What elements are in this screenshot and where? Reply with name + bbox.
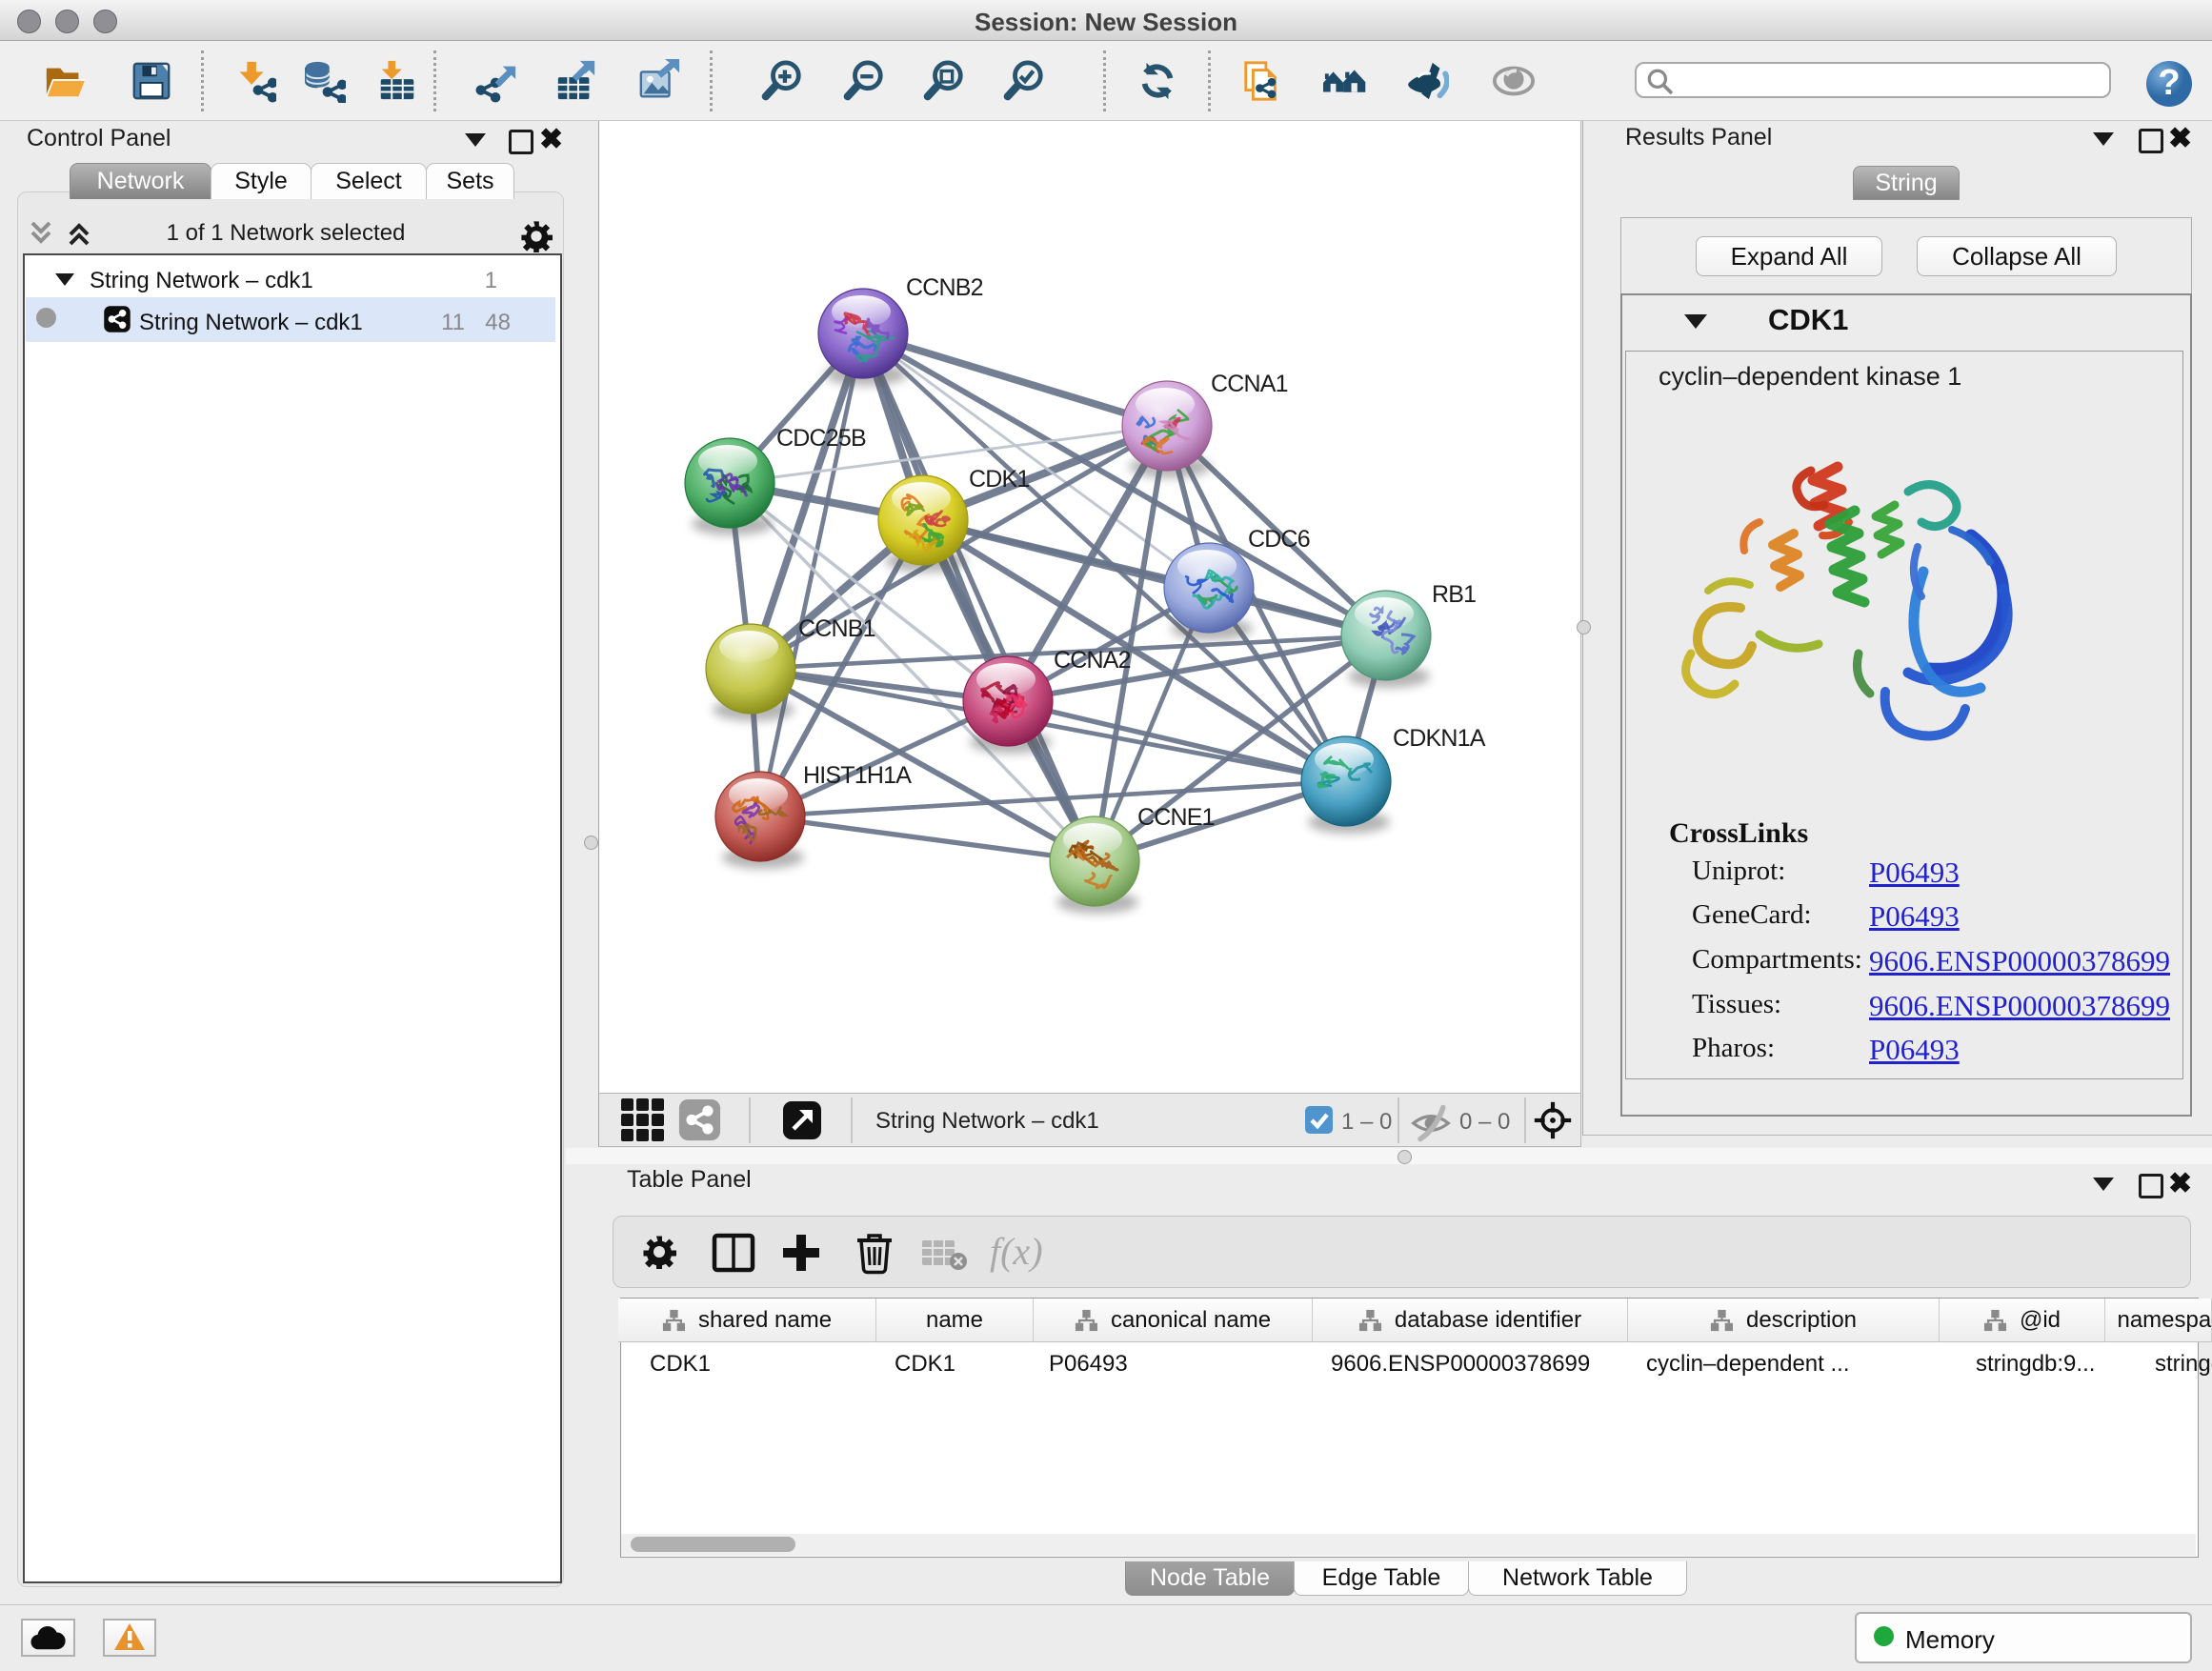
svg-text:CDKN1A: CDKN1A [1393,725,1486,752]
svg-text:CCNA1: CCNA1 [1211,371,1288,397]
svg-text:CCNA2: CCNA2 [1054,647,1131,674]
svg-text:CCNE1: CCNE1 [1137,804,1215,831]
svg-text:CCNB1: CCNB1 [798,615,875,642]
svg-text:?: ? [2158,63,2180,103]
svg-text:RB1: RB1 [1432,581,1476,608]
svg-text:CDK1: CDK1 [969,466,1030,493]
svg-text:CCNB2: CCNB2 [906,274,983,301]
svg-text:CDC25B: CDC25B [776,425,866,452]
svg-text:HIST1H1A: HIST1H1A [803,762,912,789]
svg-text:CDC6: CDC6 [1248,526,1310,553]
